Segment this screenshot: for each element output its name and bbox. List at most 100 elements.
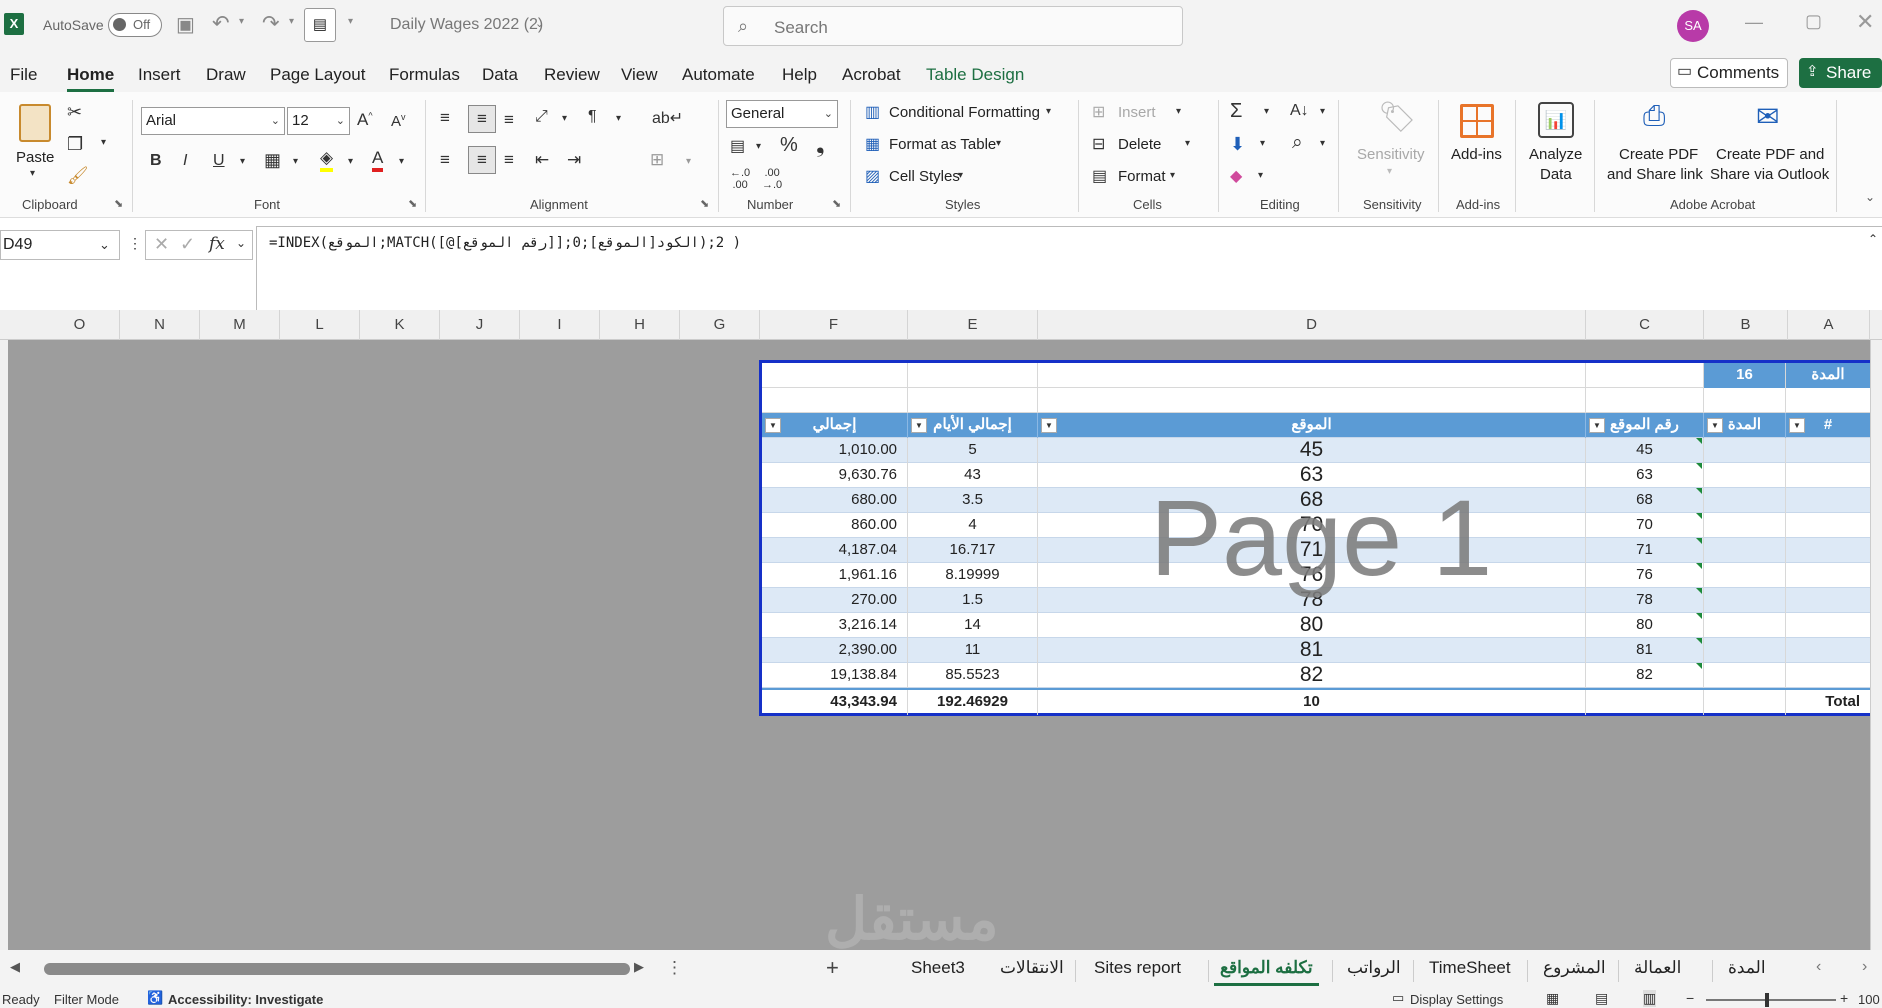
total-cell[interactable]: 1,961.16: [762, 563, 908, 588]
site-cell[interactable]: 63: [1038, 463, 1586, 488]
tab-acrobat[interactable]: Acrobat: [842, 65, 901, 85]
fill-dropdown-icon[interactable]: ▾: [1260, 138, 1265, 149]
align-middle-icon[interactable]: ≡: [468, 105, 496, 133]
clear-icon[interactable]: ◆: [1230, 166, 1242, 186]
redo-icon[interactable]: ↷: [262, 11, 280, 36]
undo-dropdown-icon[interactable]: ▾: [239, 16, 244, 27]
comments-button[interactable]: ▭ Comments: [1670, 58, 1788, 88]
cell[interactable]: [1786, 388, 1870, 413]
underline-icon[interactable]: U: [213, 152, 225, 170]
total-cell[interactable]: 9,630.76: [762, 463, 908, 488]
column-header[interactable]: D: [1038, 310, 1586, 340]
column-header[interactable]: N: [120, 310, 200, 340]
accessibility-icon[interactable]: ♿: [147, 990, 163, 1006]
next-sheet-icon[interactable]: ›: [1862, 958, 1867, 976]
create-pdf-line2[interactable]: and Share link: [1607, 166, 1703, 183]
duration-cell[interactable]: [1704, 488, 1786, 513]
tab-draw[interactable]: Draw: [206, 65, 246, 85]
sensitivity-button[interactable]: Sensitivity: [1357, 146, 1425, 163]
days-cell[interactable]: 4: [908, 513, 1038, 538]
zoom-level[interactable]: 100: [1858, 992, 1880, 1007]
fx-dropdown-icon[interactable]: ⌄: [236, 236, 246, 250]
total-cell[interactable]: 270.00: [762, 588, 908, 613]
site-no-cell[interactable]: 82: [1586, 663, 1704, 688]
insert-function-icon[interactable]: fx: [209, 234, 225, 254]
increase-font-icon[interactable]: A^: [357, 110, 373, 130]
filter-dropdown-icon[interactable]: ▼: [1789, 418, 1805, 433]
cell[interactable]: [1704, 388, 1786, 413]
zoom-out-icon[interactable]: −: [1686, 990, 1694, 1006]
column-header[interactable]: A: [1788, 310, 1870, 340]
conditional-dropdown-icon[interactable]: ▾: [1046, 106, 1051, 117]
italic-icon[interactable]: I: [183, 152, 187, 170]
index-cell[interactable]: [1786, 488, 1870, 513]
orientation-dropdown-icon[interactable]: ▾: [562, 113, 567, 124]
autosum-dropdown-icon[interactable]: ▾: [1264, 106, 1269, 117]
paste-button[interactable]: Paste: [16, 149, 54, 166]
site-no-cell[interactable]: 81: [1586, 638, 1704, 663]
duration-cell[interactable]: [1704, 463, 1786, 488]
number-launcher-icon[interactable]: ⬊: [832, 197, 841, 210]
decrease-indent-icon[interactable]: ⇤: [535, 150, 549, 170]
duration-cell[interactable]: [1704, 438, 1786, 463]
format-table-dropdown-icon[interactable]: ▾: [996, 138, 1001, 149]
cell[interactable]: [908, 363, 1038, 388]
alignment-launcher-icon[interactable]: ⬊: [700, 197, 709, 210]
increase-indent-icon[interactable]: ⇥: [567, 150, 581, 170]
duration-cell[interactable]: [1704, 638, 1786, 663]
filter-dropdown-icon[interactable]: ▼: [911, 418, 927, 433]
site-no-cell[interactable]: 78: [1586, 588, 1704, 613]
file-name[interactable]: Daily Wages 2022 (2): [390, 16, 543, 34]
site-no-cell[interactable]: 80: [1586, 613, 1704, 638]
fill-color-dropdown-icon[interactable]: ▾: [348, 156, 353, 167]
index-cell[interactable]: [1786, 563, 1870, 588]
accounting-dropdown-icon[interactable]: ▾: [756, 141, 761, 152]
increase-decimal-icon[interactable]: ←.0.00: [730, 167, 750, 191]
index-cell[interactable]: [1786, 613, 1870, 638]
filter-dropdown-icon[interactable]: ▼: [1041, 418, 1057, 433]
sheet-tab[interactable]: الرواتب: [1347, 958, 1401, 978]
paste-dropdown-icon[interactable]: ▾: [30, 168, 35, 179]
index-cell[interactable]: [1786, 638, 1870, 663]
days-cell[interactable]: 16.717: [908, 538, 1038, 563]
percent-icon[interactable]: %: [780, 134, 798, 157]
cell[interactable]: [1704, 690, 1786, 715]
merge-dropdown-icon[interactable]: ▾: [686, 156, 691, 167]
formula-input[interactable]: =INDEX(الموقع;MATCH([@[رقم الموقع]];الكو…: [256, 226, 1882, 316]
orientation-icon[interactable]: ⤢: [535, 108, 548, 126]
analyze-data-line1[interactable]: Analyze: [1529, 146, 1582, 163]
sensitivity-icon[interactable]: 🏷: [1378, 100, 1416, 135]
header-index[interactable]: ▼ #: [1786, 413, 1870, 438]
header-site[interactable]: ▼ الموقع: [1038, 413, 1586, 438]
duration-cell[interactable]: [1704, 588, 1786, 613]
tab-insert[interactable]: Insert: [138, 65, 181, 85]
scroll-right-icon[interactable]: ▶: [634, 959, 644, 975]
align-bottom-icon[interactable]: ≡: [504, 110, 514, 130]
site-no-cell[interactable]: 70: [1586, 513, 1704, 538]
total-cell[interactable]: 860.00: [762, 513, 908, 538]
undo-icon[interactable]: ↶: [212, 11, 230, 36]
name-box[interactable]: D49 ⌄: [0, 230, 120, 260]
pdf-outlook-line1[interactable]: Create PDF and: [1716, 146, 1824, 163]
duration-value[interactable]: 16: [1704, 363, 1786, 388]
site-no-cell[interactable]: 76: [1586, 563, 1704, 588]
sheet-tab[interactable]: العمالة: [1634, 958, 1681, 978]
pdf-outlook-line2[interactable]: Share via Outlook: [1710, 166, 1829, 183]
grand-total-cell[interactable]: 43,343.94: [762, 690, 908, 715]
zoom-slider[interactable]: [1706, 999, 1836, 1001]
number-format-select[interactable]: General ⌄: [726, 100, 838, 128]
font-color-dropdown-icon[interactable]: ▾: [399, 156, 404, 167]
zoom-slider-thumb[interactable]: [1765, 993, 1769, 1007]
accounting-format-icon[interactable]: ▤: [730, 136, 745, 156]
days-cell[interactable]: 1.5: [908, 588, 1038, 613]
font-launcher-icon[interactable]: ⬊: [408, 197, 417, 210]
format-as-table-icon[interactable]: ▦: [865, 134, 880, 154]
cell-styles-button[interactable]: Cell Styles: [889, 168, 960, 185]
cut-icon[interactable]: ✂: [67, 102, 82, 123]
add-sheet-icon[interactable]: +: [826, 955, 839, 981]
status-accessibility[interactable]: Accessibility: Investigate: [168, 992, 323, 1007]
tab-table-design[interactable]: Table Design: [926, 65, 1024, 85]
sheet-tab[interactable]: Sheet3: [911, 958, 965, 978]
chevron-down-icon[interactable]: ⌄: [99, 231, 110, 259]
insert-cells-button[interactable]: Insert: [1118, 104, 1156, 121]
